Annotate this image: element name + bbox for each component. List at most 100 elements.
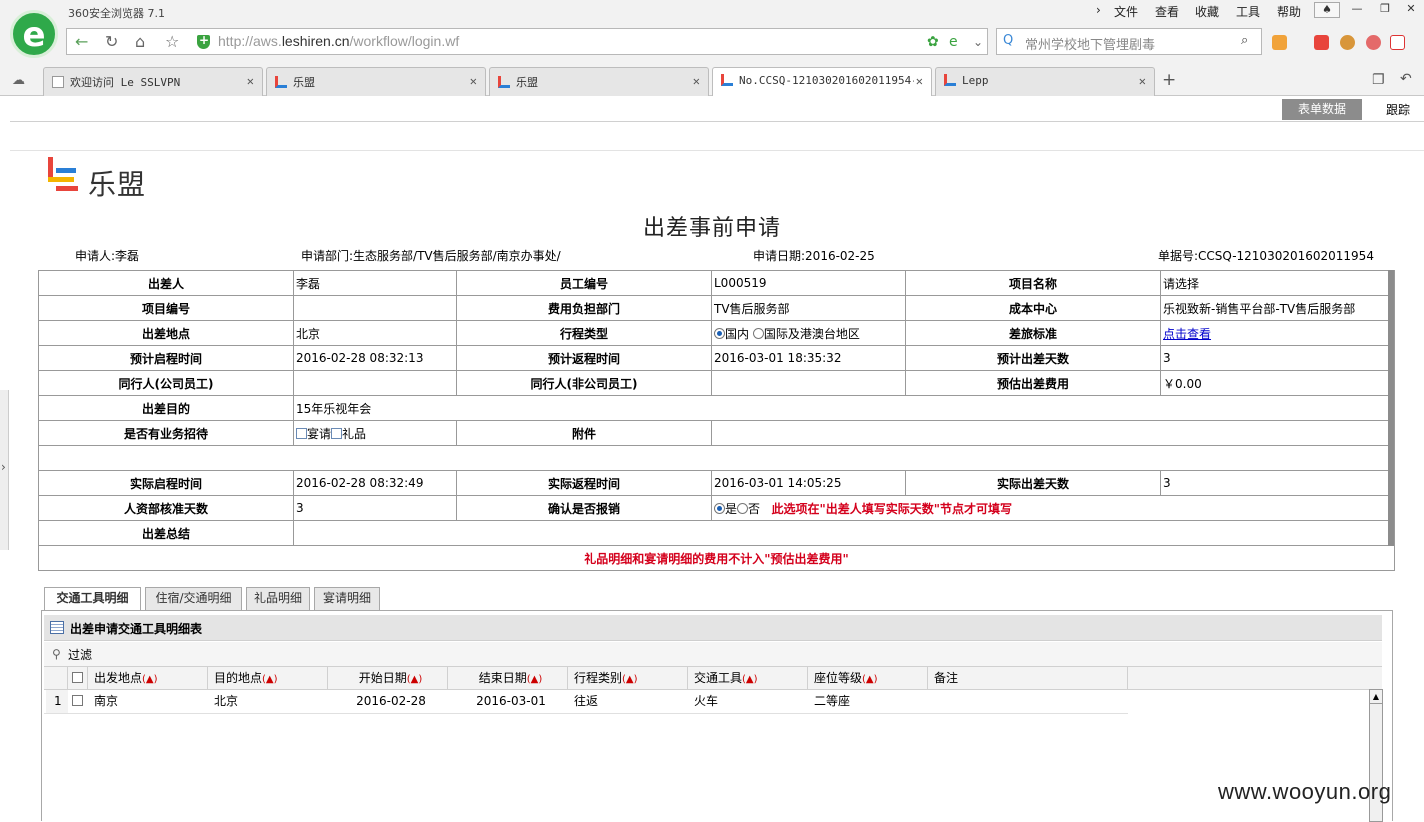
filter-icon[interactable]: ⚲ xyxy=(52,647,61,661)
close-tab-icon[interactable]: ✕ xyxy=(1139,74,1146,88)
cloud-icon[interactable]: ☁ xyxy=(12,73,25,88)
maximize-button[interactable]: ❐ xyxy=(1372,2,1398,18)
browser-logo-icon[interactable] xyxy=(10,10,58,58)
tab-lemeng-2[interactable]: 乐盟 ✕ xyxy=(489,67,709,96)
minimize-button[interactable]: — xyxy=(1344,2,1370,18)
cell-remark[interactable] xyxy=(928,690,934,713)
menu-help[interactable]: 帮助 xyxy=(1277,3,1301,20)
close-tab-icon[interactable]: ✕ xyxy=(247,74,254,88)
tab-sslvpn[interactable]: 欢迎访问 Le SSLVPN ✕ xyxy=(43,67,263,96)
est-cost-value[interactable]: ￥0.00 xyxy=(1160,370,1395,396)
side-collapse-handle[interactable] xyxy=(0,390,9,550)
search-input[interactable]: 常州学校地下管埋剧毒 xyxy=(1025,34,1155,53)
skin-icon[interactable]: ♠ xyxy=(1314,2,1340,18)
cell-from[interactable]: 南京 xyxy=(88,690,118,713)
cell-to[interactable]: 北京 xyxy=(208,690,238,713)
close-tab-icon[interactable]: ✕ xyxy=(470,74,477,88)
tab-transport[interactable]: 交通工具明细 xyxy=(44,587,141,611)
col-end[interactable]: 结束日期(▲) xyxy=(448,667,568,690)
speedup-icon[interactable]: ✿ xyxy=(927,34,939,50)
compat-mode-icon[interactable]: e xyxy=(949,34,958,50)
url-text[interactable]: http://aws.leshiren.cn/workflow/login.wf xyxy=(218,33,459,49)
menu-tools[interactable]: 工具 xyxy=(1236,3,1260,20)
col-category[interactable]: 行程类别(▲) xyxy=(568,667,688,690)
close-tab-icon[interactable]: ✕ xyxy=(693,74,700,88)
refresh-icon[interactable]: ↻ xyxy=(105,34,118,50)
plan-return-value[interactable]: 2016-03-01 18:35:32 xyxy=(711,345,906,371)
star-icon[interactable]: ☆ xyxy=(165,34,179,50)
actual-days-value[interactable]: 3 xyxy=(1160,470,1395,496)
project-no-value[interactable] xyxy=(293,295,457,321)
close-window-button[interactable]: ✕ xyxy=(1398,2,1424,18)
track-button[interactable]: 跟踪 xyxy=(1386,101,1410,118)
hr-days-value[interactable]: 3 xyxy=(293,495,457,521)
attachment-field[interactable] xyxy=(711,420,1395,446)
cost-dept-value[interactable]: TV售后服务部 xyxy=(711,295,906,321)
tab-lodging[interactable]: 住宿/交通明细 xyxy=(145,587,242,610)
purpose-value[interactable]: 15年乐视年会 xyxy=(293,395,1395,421)
companion-inner-value[interactable] xyxy=(293,370,457,396)
employee-no-value[interactable]: L000519 xyxy=(711,270,906,296)
tab-list-icon[interactable]: ❐ xyxy=(1372,72,1385,88)
row-checkbox[interactable] xyxy=(72,695,83,706)
traveler-value[interactable]: 李磊 xyxy=(293,270,457,296)
cost-center-value[interactable]: 乐视致新-销售平台部-TV售后服务部 xyxy=(1160,295,1395,321)
actual-return-value[interactable]: 2016-03-01 14:05:25 xyxy=(711,470,906,496)
col-seat[interactable]: 座位等级(▲) xyxy=(808,667,928,690)
adblock-icon[interactable] xyxy=(1390,35,1405,50)
col-to[interactable]: 目的地点(▲) xyxy=(208,667,328,690)
undo-close-icon[interactable]: ↶ xyxy=(1400,71,1412,87)
plan-days-value[interactable]: 3 xyxy=(1160,345,1395,371)
tab-lepp[interactable]: Lepp ✕ xyxy=(935,67,1155,96)
gift-checkbox[interactable] xyxy=(331,427,343,439)
project-name-select[interactable]: 请选择 xyxy=(1160,270,1395,296)
tab-lemeng-1[interactable]: 乐盟 ✕ xyxy=(266,67,486,96)
menu-file[interactable]: 文件 xyxy=(1114,3,1138,20)
menu-chevron-icon[interactable]: › xyxy=(1096,3,1101,17)
address-bar[interactable]: ← ↻ ⌂ ☆ http://aws.leshiren.cn/workflow/… xyxy=(66,28,988,55)
menu-favorites[interactable]: 收藏 xyxy=(1195,3,1219,20)
search-box[interactable]: Q 常州学校地下管埋剧毒 ⌕ xyxy=(996,28,1262,55)
home-icon[interactable]: ⌂ xyxy=(135,34,145,50)
standard-link[interactable]: 点击查看 xyxy=(1163,327,1211,341)
new-tab-button[interactable]: + xyxy=(1162,70,1176,90)
cell-vehicle[interactable]: 火车 xyxy=(688,690,718,713)
tab-gift[interactable]: 礼品明细 xyxy=(246,587,310,610)
reimburse-yes-radio[interactable] xyxy=(714,502,725,514)
search-engine-icon[interactable]: Q xyxy=(1003,33,1013,48)
summary-field[interactable] xyxy=(293,520,1395,546)
address-dropdown-icon[interactable]: ⌄ xyxy=(973,34,983,50)
actual-start-value[interactable]: 2016-02-28 08:32:49 xyxy=(293,470,457,496)
banquet-checkbox[interactable] xyxy=(296,427,307,439)
select-all-checkbox[interactable] xyxy=(72,672,83,683)
search-icon[interactable]: ⌕ xyxy=(1241,33,1248,48)
trip-type-intl-radio[interactable] xyxy=(752,327,764,339)
menu-view[interactable]: 查看 xyxy=(1155,3,1179,20)
apps-icon[interactable] xyxy=(1272,35,1287,50)
back-icon[interactable]: ← xyxy=(75,34,88,50)
col-vehicle[interactable]: 交通工具(▲) xyxy=(688,667,808,690)
filter-button[interactable]: 过滤 xyxy=(68,648,92,662)
cookie-icon[interactable] xyxy=(1340,35,1355,50)
companion-outer-value[interactable] xyxy=(711,370,906,396)
reimburse-no-radio[interactable] xyxy=(737,502,749,514)
location-value[interactable]: 北京 xyxy=(293,320,457,346)
plan-start-value[interactable]: 2016-02-28 08:32:13 xyxy=(293,345,457,371)
form-scrollbar[interactable] xyxy=(1388,270,1394,546)
cell-seat[interactable]: 二等座 xyxy=(808,690,850,713)
table-row[interactable]: 1 南京 北京 2016-02-28 2016-03-01 往返 火车 二等座 xyxy=(44,690,1128,714)
trip-type-domestic-radio[interactable] xyxy=(714,327,725,339)
col-start[interactable]: 开始日期(▲) xyxy=(328,667,448,690)
tab-banquet[interactable]: 宴请明细 xyxy=(314,587,380,610)
cell-end[interactable]: 2016-03-01 xyxy=(448,690,568,713)
scroll-up-icon[interactable]: ▲ xyxy=(1370,690,1382,704)
col-from[interactable]: 出发地点(▲) xyxy=(88,667,208,690)
tab-ccsq-active[interactable]: No.CCSQ-121030201602011954- ✕ xyxy=(712,67,932,96)
extension-icon[interactable] xyxy=(1314,35,1329,50)
form-data-button[interactable]: 表单数据 xyxy=(1282,99,1362,120)
col-remark[interactable]: 备注 xyxy=(928,667,1128,690)
cell-category[interactable]: 往返 xyxy=(568,690,598,713)
target-icon[interactable] xyxy=(1366,35,1381,50)
close-tab-icon[interactable]: ✕ xyxy=(913,74,923,88)
cell-start[interactable]: 2016-02-28 xyxy=(328,690,448,713)
